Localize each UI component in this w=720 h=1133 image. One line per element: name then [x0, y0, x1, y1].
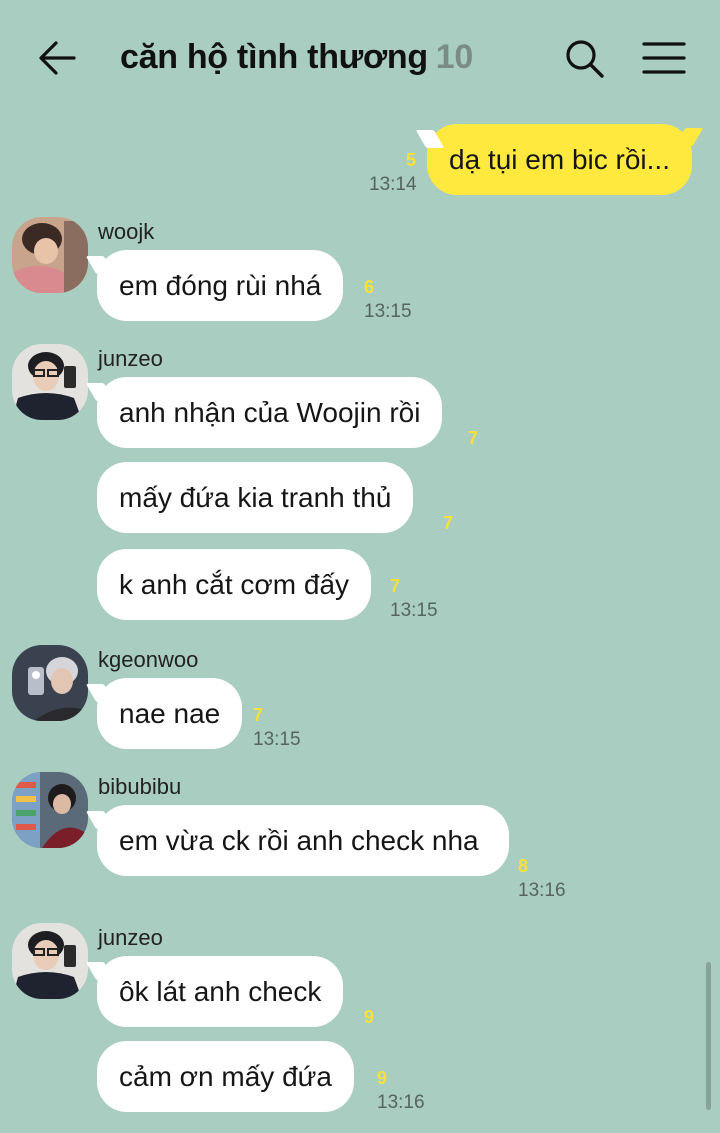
my-message-bubble[interactable]: dạ tụi em bic rồi...: [427, 124, 692, 195]
menu-button[interactable]: [642, 40, 686, 76]
message-bubble[interactable]: ôk lát anh check: [97, 956, 344, 1027]
user-photo-icon: [12, 772, 88, 848]
chat-title: căn hộ tình thương 10: [120, 38, 473, 77]
sender-name: woojk: [98, 219, 155, 244]
message-time: 13:16: [518, 880, 566, 901]
unread-count: 8: [518, 856, 529, 876]
message-bubble[interactable]: nae nae: [97, 678, 243, 749]
message-bubble[interactable]: mấy đứa kia tranh thủ: [97, 462, 414, 533]
message-bubble[interactable]: em vừa ck rồi anh check nha: [97, 805, 509, 876]
user-photo-icon: [12, 217, 88, 293]
member-count: 10: [435, 38, 474, 76]
unread-count: 6: [364, 277, 375, 297]
chat-header: căn hộ tình thương 10: [0, 0, 720, 118]
message-time: 13:14: [369, 174, 417, 195]
message-time: 13:15: [364, 301, 412, 322]
message-bubble[interactable]: cảm ơn mấy đứa: [97, 1041, 354, 1112]
unread-count: 7: [443, 513, 454, 533]
unread-count: 7: [253, 705, 264, 725]
sender-name: junzeo: [98, 925, 163, 950]
unread-count: 9: [364, 1007, 375, 1027]
unread-count: 7: [468, 428, 479, 448]
user-photo-icon: [12, 923, 88, 999]
message-time: 13:15: [390, 600, 438, 621]
back-button[interactable]: [36, 38, 80, 78]
search-button[interactable]: [564, 38, 606, 80]
unread-count: 9: [377, 1068, 388, 1088]
avatar-junzeo[interactable]: [12, 923, 88, 999]
message-time: 13:16: [377, 1092, 425, 1113]
sender-name: kgeonwoo: [98, 647, 199, 672]
avatar-bibubibu[interactable]: [12, 772, 88, 848]
hamburger-menu-icon: [642, 42, 686, 74]
message-time: 13:15: [253, 729, 301, 750]
unread-count: 7: [390, 576, 401, 596]
sender-name: bibubibu: [98, 774, 182, 799]
sender-name: junzeo: [98, 346, 163, 371]
unread-count: 5: [406, 150, 417, 170]
user-photo-icon: [12, 645, 88, 721]
avatar-kgeonwoo[interactable]: [12, 645, 88, 721]
search-icon: [566, 40, 604, 78]
avatar-woojk[interactable]: [12, 217, 88, 293]
user-photo-icon: [12, 344, 88, 420]
scrollbar[interactable]: [706, 962, 711, 1110]
arrow-left-icon: [39, 41, 76, 75]
message-bubble[interactable]: em đóng rùi nhá: [97, 250, 344, 321]
chat-room-name: căn hộ tình thương: [120, 38, 428, 76]
message-bubble[interactable]: k anh cắt cơm đấy: [97, 549, 372, 620]
message-bubble[interactable]: anh nhận của Woojin rồi: [97, 377, 443, 448]
avatar-junzeo[interactable]: [12, 344, 88, 420]
